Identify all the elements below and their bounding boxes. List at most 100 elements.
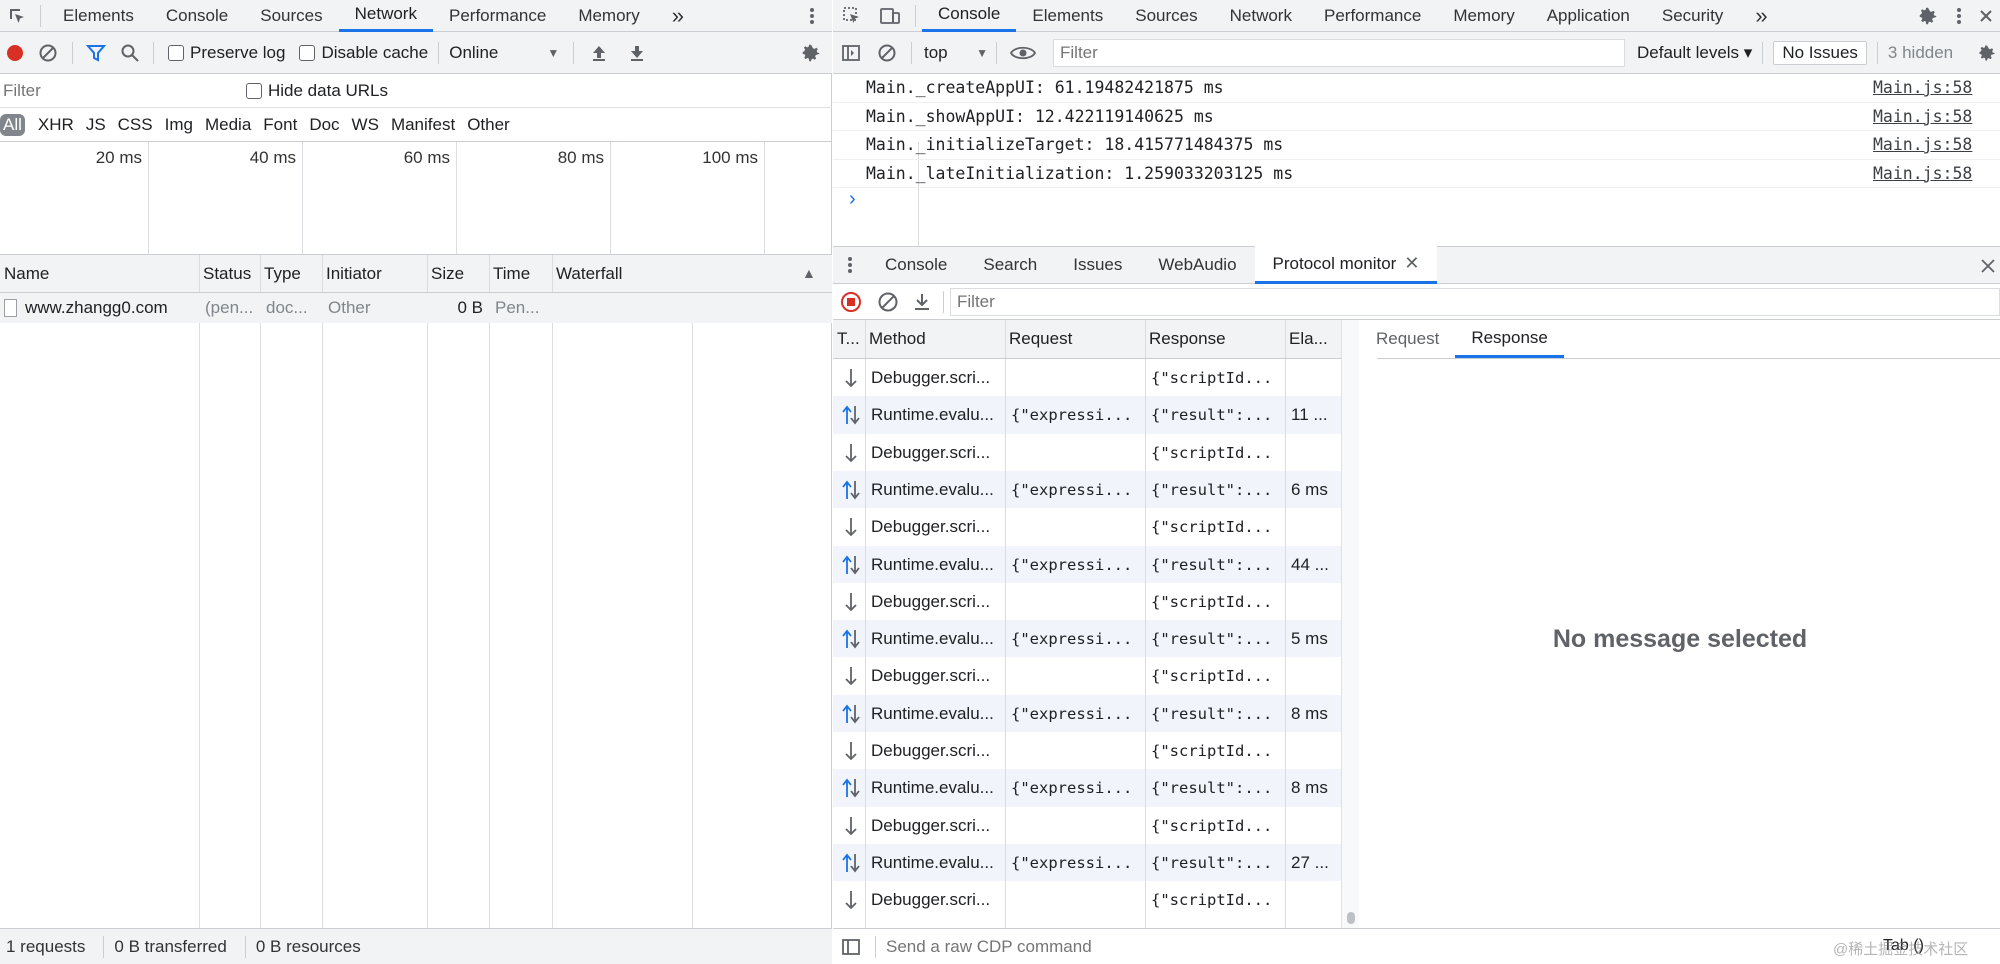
settings-gear-icon[interactable] [1913, 0, 1943, 32]
console-source-link[interactable]: Main.js:58 [1873, 78, 1972, 97]
protocol-row[interactable]: Debugger.scri... {"scriptId... [833, 657, 1341, 695]
clear-log-icon[interactable] [869, 284, 907, 320]
sort-ascending-icon[interactable]: ▲ [802, 265, 816, 281]
type-filter-other[interactable]: Other [462, 115, 515, 135]
throttling-select[interactable]: Online ▼ [449, 43, 559, 63]
kebab-menu-icon[interactable] [1947, 0, 1971, 32]
checkbox-box[interactable] [299, 44, 316, 61]
type-filter-media[interactable]: Media [200, 115, 256, 135]
column-header-initiator[interactable]: Initiator [326, 264, 423, 284]
kebab-menu-icon[interactable] [800, 0, 824, 32]
protocol-row[interactable]: Debugger.scri... {"scriptId... [833, 806, 1341, 844]
type-filter-manifest[interactable]: Manifest [386, 115, 460, 135]
console-prompt-icon[interactable]: › [849, 188, 856, 211]
drawer-tab-protocol-monitor[interactable]: Protocol monitor ✕ [1254, 246, 1438, 284]
network-settings-gear-icon[interactable] [796, 32, 826, 74]
preserve-log-checkbox[interactable]: Preserve log [168, 43, 285, 63]
console-filter-input[interactable] [1053, 38, 1625, 67]
filter-icon[interactable] [79, 32, 113, 74]
tab-sources[interactable]: Sources [1119, 0, 1213, 32]
log-levels-select[interactable]: Default levels ▾ [1637, 43, 1752, 63]
protocol-filter-input[interactable] [950, 287, 2000, 316]
column-header-type[interactable]: Type [264, 264, 318, 284]
tab-performance[interactable]: Performance [1308, 0, 1437, 32]
inspect-element-icon[interactable] [0, 0, 34, 32]
tab-console[interactable]: Console [150, 0, 244, 32]
protocol-row[interactable]: Debugger.scri... {"scriptId... [833, 508, 1341, 546]
protocol-row[interactable]: Debugger.scri... {"scriptId... [833, 582, 1341, 621]
inspect-element-icon[interactable] [833, 0, 871, 32]
protocol-row[interactable]: Runtime.evalu... {"expressi... {"result":.… [833, 545, 1341, 583]
protocol-column-header[interactable]: Method [869, 329, 1003, 349]
tab-elements[interactable]: Elements [1016, 0, 1119, 32]
detail-tab-response[interactable]: Response [1455, 320, 1564, 358]
hide-data-urls-checkbox[interactable]: Hide data URLs [246, 81, 388, 101]
download-icon[interactable] [907, 284, 937, 320]
tab-network[interactable]: Network [338, 0, 433, 32]
cdp-command-input[interactable] [882, 932, 1842, 961]
tab-network[interactable]: Network [1214, 0, 1308, 32]
clear-icon[interactable] [30, 32, 66, 74]
protocol-scrollbar[interactable] [1341, 320, 1359, 928]
stop-recording-icon[interactable] [833, 284, 869, 320]
device-toolbar-icon[interactable] [871, 0, 909, 32]
tab-sources[interactable]: Sources [244, 0, 338, 32]
column-header-time[interactable]: Time [493, 264, 548, 284]
column-header-size[interactable]: Size [431, 264, 485, 284]
context-select[interactable]: top ▼ [924, 43, 988, 63]
column-header-waterfall[interactable]: Waterfall [556, 264, 828, 284]
drawer-kebab-icon[interactable] [833, 246, 867, 284]
console-source-link[interactable]: Main.js:58 [1873, 107, 1972, 126]
more-tabs-button[interactable]: » [1739, 0, 1783, 31]
protocol-row[interactable]: Runtime.evalu... {"expressi... {"result":.… [833, 694, 1341, 732]
record-icon[interactable] [0, 32, 30, 74]
search-icon[interactable] [113, 32, 147, 74]
protocol-row[interactable]: Debugger.scri... {"scriptId... [833, 433, 1341, 471]
close-drawer-icon[interactable] [1977, 247, 1999, 285]
close-tab-icon[interactable]: ✕ [1404, 253, 1419, 274]
sidebar-toggle-icon[interactable] [833, 929, 869, 964]
protocol-row[interactable]: Runtime.evalu... {"expressi... {"result":.… [833, 620, 1341, 658]
tab-memory[interactable]: Memory [1437, 0, 1530, 32]
sidebar-toggle-icon[interactable] [833, 32, 869, 74]
protocol-row[interactable]: Debugger.scri... {"scriptId... [833, 732, 1341, 770]
import-har-icon[interactable] [580, 32, 618, 74]
protocol-column-header[interactable]: Ela... [1289, 329, 1339, 349]
disable-cache-checkbox[interactable]: Disable cache [299, 43, 428, 63]
more-tabs-button[interactable]: » [656, 0, 700, 31]
protocol-column-header[interactable]: T... [837, 329, 863, 349]
type-filter-font[interactable]: Font [258, 115, 302, 135]
drawer-tab-console[interactable]: Console [867, 246, 965, 284]
protocol-column-header[interactable]: Response [1149, 329, 1283, 349]
close-devtools-icon[interactable] [1973, 0, 1999, 32]
protocol-column-header[interactable]: Request [1009, 329, 1143, 349]
protocol-row[interactable]: Debugger.scri... {"scriptId... [833, 359, 1341, 397]
console-source-link[interactable]: Main.js:58 [1873, 164, 1972, 183]
column-header-status[interactable]: Status [203, 264, 256, 284]
checkbox-box[interactable] [246, 82, 262, 99]
tab-console[interactable]: Console [922, 0, 1017, 32]
type-filter-ws[interactable]: WS [347, 115, 384, 135]
clear-console-icon[interactable] [869, 32, 905, 74]
type-filter-xhr[interactable]: XHR [33, 115, 79, 135]
protocol-row[interactable]: Runtime.evalu... {"expressi... {"result":.… [833, 769, 1341, 807]
drawer-tab-search[interactable]: Search [965, 246, 1055, 284]
console-settings-gear-icon[interactable] [1975, 32, 1999, 74]
type-filter-all[interactable]: All [0, 113, 25, 136]
protocol-row[interactable]: Debugger.scri... {"scriptId... [833, 881, 1341, 919]
drawer-tab-issues[interactable]: Issues [1055, 246, 1140, 284]
protocol-row[interactable]: Runtime.evalu... {"expressi... {"result":.… [833, 470, 1341, 509]
drawer-tab-webaudio[interactable]: WebAudio [1140, 246, 1254, 284]
type-filter-js[interactable]: JS [81, 115, 111, 135]
tab-memory[interactable]: Memory [562, 0, 655, 32]
tab-performance[interactable]: Performance [433, 0, 562, 32]
protocol-row[interactable]: Runtime.evalu... {"expressi... {"result":.… [833, 396, 1341, 434]
column-header-name[interactable]: Name [4, 264, 195, 284]
scrollbar-thumb[interactable] [1347, 912, 1355, 924]
type-filter-img[interactable]: Img [160, 115, 198, 135]
network-filter-input[interactable] [0, 77, 230, 104]
tab-elements[interactable]: Elements [47, 0, 150, 32]
tab-security[interactable]: Security [1646, 0, 1739, 32]
request-row[interactable]: www.zhangg0.com (pen... doc... Other 0 B Pen.… [0, 293, 832, 323]
protocol-row[interactable]: Runtime.evalu... {"expressi... {"result":.… [833, 843, 1341, 882]
